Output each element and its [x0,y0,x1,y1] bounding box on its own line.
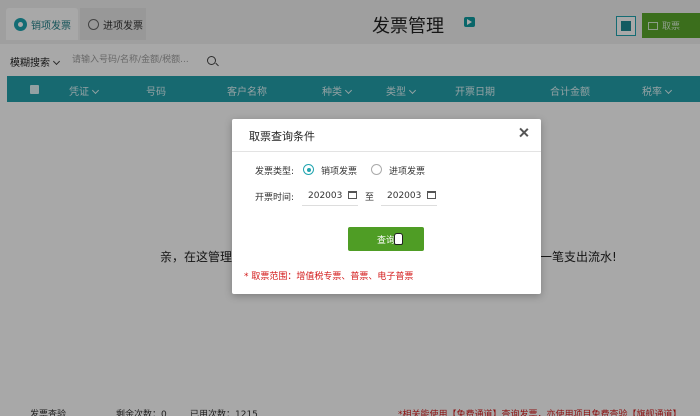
date-separator: 至 [365,193,375,203]
invoice-scope-note: * 取票范围：增值税专票、普票、电子普票 [244,272,414,282]
hand-cursor-icon [394,233,403,245]
close-icon[interactable] [519,128,529,138]
sales-invoice-radio[interactable] [303,164,314,175]
calendar-icon[interactable] [348,191,357,199]
invoice-time-label: 开票时间: [255,193,295,203]
purchase-invoice-option-label[interactable]: 进项发票 [389,164,425,177]
calendar-icon[interactable] [427,191,436,199]
sales-invoice-option-label[interactable]: 销项发票 [321,164,357,177]
query-button[interactable]: 查询 [348,227,424,251]
modal-title: 取票查询条件 [249,130,315,143]
purchase-invoice-radio[interactable] [371,164,382,175]
modal-header: 取票查询条件 [232,119,541,152]
invoice-type-label: 发票类型: [255,167,295,177]
query-conditions-modal: 取票查询条件 发票类型: 销项发票 进项发票 开票时间: 至 查询 * 取票范围… [232,119,541,294]
